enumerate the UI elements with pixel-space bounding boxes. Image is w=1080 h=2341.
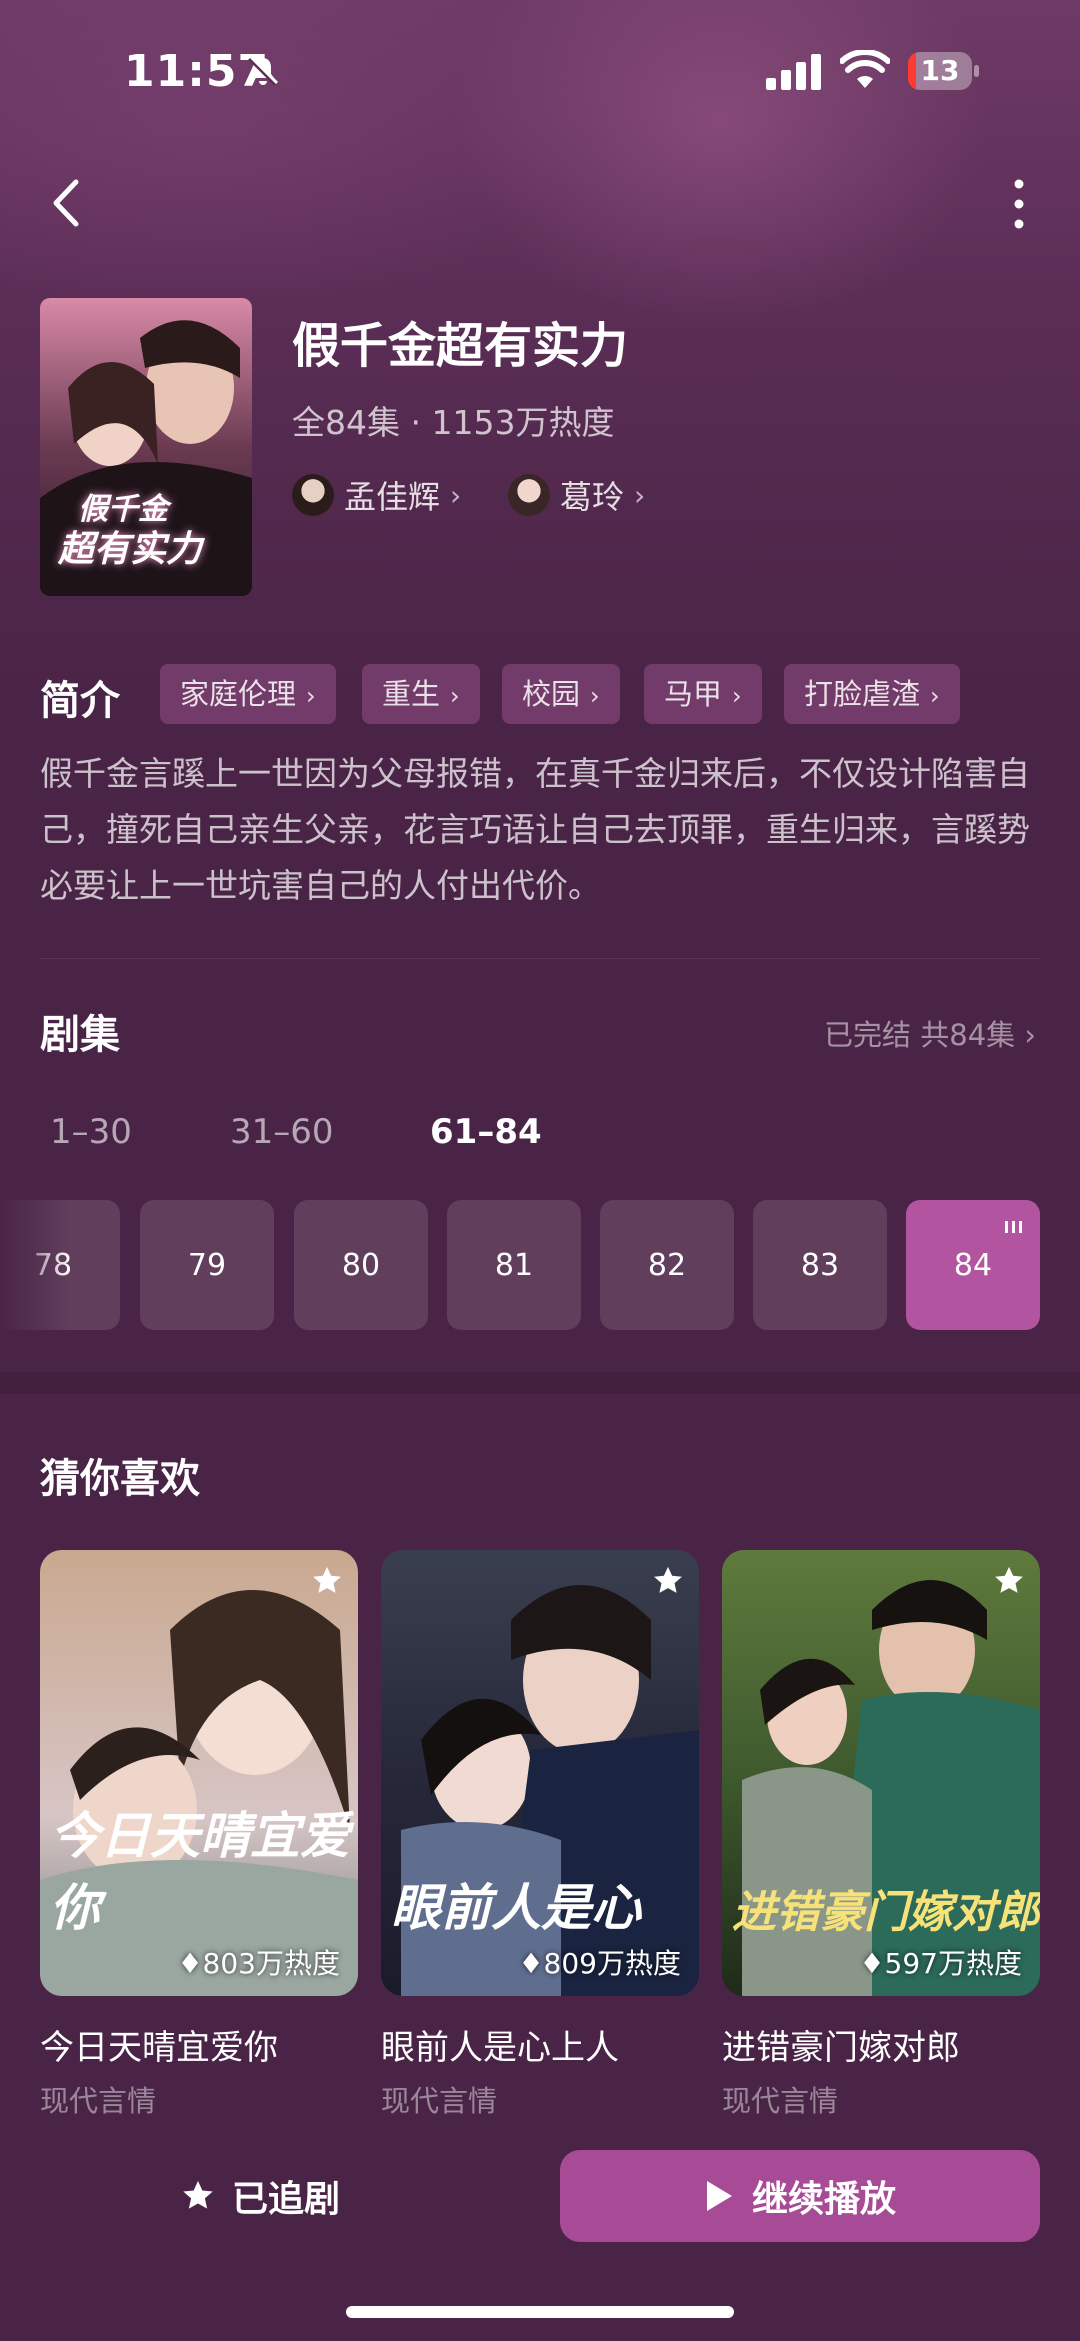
episodes-heading: 剧集 xyxy=(40,1012,120,1058)
recommend-card-3[interactable]: 进错豪门嫁对郎 ♦597万热度 xyxy=(722,1550,1040,1996)
episodes-status-link[interactable]: 已完结 共84集 › xyxy=(824,1012,1036,1054)
episode-number: 79 xyxy=(187,1247,227,1283)
cover-title-line2: 超有实力 xyxy=(58,528,203,570)
episode-number: 84 xyxy=(953,1247,993,1283)
episode-item[interactable]: 81 xyxy=(447,1200,581,1330)
tag-label: 重生 xyxy=(382,677,441,711)
drama-cover: 假千金 超有实力 xyxy=(40,298,252,596)
play-icon xyxy=(706,2181,732,2211)
range-tab-1[interactable]: 1–30 xyxy=(50,1112,132,1152)
star-icon[interactable] xyxy=(992,1564,1026,1598)
more-icon[interactable] xyxy=(1004,176,1034,232)
episode-item[interactable]: 83 xyxy=(753,1200,887,1330)
star-icon xyxy=(183,2181,213,2209)
heat-label: ♦597万热度 xyxy=(859,1942,1022,1982)
recommend-card-1[interactable]: 今日天晴宜爱你 ♦803万热度 xyxy=(40,1550,358,1996)
star-icon[interactable] xyxy=(651,1564,685,1598)
follow-label: 已追剧 xyxy=(231,2179,340,2220)
tag-item[interactable]: 马甲 › xyxy=(644,664,762,724)
recommend-genre: 现代言情 xyxy=(381,2084,498,2118)
tag-label: 打脸虐渣 xyxy=(804,677,921,711)
episode-item[interactable]: 80 xyxy=(294,1200,428,1330)
signal-icon xyxy=(766,54,821,90)
chevron-right-icon: › xyxy=(590,682,600,710)
tag-label: 马甲 xyxy=(664,677,723,711)
episode-number: 80 xyxy=(341,1247,381,1283)
play-label: 继续播放 xyxy=(751,2179,896,2220)
heat-label: ♦803万热度 xyxy=(177,1942,340,1982)
flame-icon: ♦ xyxy=(177,1947,203,1980)
heat-value: 803万热度 xyxy=(202,1947,340,1980)
episode-item-current[interactable]: 84 xyxy=(906,1200,1040,1330)
star-icon[interactable] xyxy=(310,1564,344,1598)
drama-title: 假千金超有实力 xyxy=(292,318,629,374)
range-tab-2[interactable]: 31–60 xyxy=(230,1112,334,1152)
flame-icon: ♦ xyxy=(518,1947,544,1980)
actor-link-1[interactable]: 孟佳辉 › xyxy=(292,470,461,520)
recommend-heading: 猜你喜欢 xyxy=(40,1456,200,1502)
tag-item[interactable]: 打脸虐渣 › xyxy=(784,664,960,724)
episodes-status: 已完结 共84集 xyxy=(824,1018,1016,1052)
chevron-right-icon: › xyxy=(306,682,316,710)
follow-button[interactable]: 已追剧 xyxy=(40,2150,480,2242)
continue-play-button[interactable]: 继续播放 xyxy=(560,2150,1040,2242)
recommend-genre: 现代言情 xyxy=(40,2084,157,2118)
episode-number: 83 xyxy=(800,1247,840,1283)
recommend-name[interactable]: 进错豪门嫁对郎 xyxy=(722,2020,960,2069)
heat-value: 597万热度 xyxy=(884,1947,1022,1980)
intro-heading: 简介 xyxy=(40,678,120,724)
episode-item[interactable]: 82 xyxy=(600,1200,734,1330)
section-separator xyxy=(0,1372,1080,1394)
tag-item[interactable]: 重生 › xyxy=(362,664,480,724)
range-tab-3[interactable]: 61–84 xyxy=(430,1112,542,1152)
tag-item[interactable]: 校园 › xyxy=(502,664,620,724)
flame-icon: ♦ xyxy=(859,1947,885,1980)
scroll-fade xyxy=(0,1190,70,1340)
episode-number: 82 xyxy=(647,1247,687,1283)
actor-avatar xyxy=(508,474,550,516)
intro-text: 假千金言蹊上一世因为父母报错，在真千金归来后，不仅设计陷害自己，撞死自己亲生父亲… xyxy=(40,754,1030,905)
chevron-right-icon: › xyxy=(1024,1018,1036,1052)
episode-item[interactable]: 79 xyxy=(140,1200,274,1330)
poster-title: 进错豪门嫁对郎 xyxy=(732,1887,1040,1938)
recommend-name[interactable]: 今日天晴宜爱你 xyxy=(40,2020,278,2069)
chevron-right-icon: › xyxy=(450,682,460,710)
now-playing-icon xyxy=(1005,1221,1022,1233)
chevron-right-icon: › xyxy=(930,682,940,710)
episode-number: 81 xyxy=(494,1247,534,1283)
chevron-right-icon: › xyxy=(450,478,462,512)
chevron-right-icon: › xyxy=(732,682,742,710)
actor-link-2[interactable]: 葛玲 › xyxy=(508,470,645,520)
heat-value: 809万热度 xyxy=(543,1947,681,1980)
drama-meta: 全84集 · 1153万热度 xyxy=(292,403,615,442)
wifi-icon xyxy=(840,50,890,88)
tag-label: 校园 xyxy=(522,677,581,711)
back-icon[interactable] xyxy=(46,176,86,230)
bell-slash-icon xyxy=(248,55,279,86)
heat-label: ♦809万热度 xyxy=(518,1942,681,1982)
battery-level: 13 xyxy=(920,54,960,87)
tag-label: 家庭伦理 xyxy=(180,677,297,711)
home-indicator xyxy=(346,2306,734,2318)
poster-title: 眼前人是心 xyxy=(391,1878,641,1937)
recommend-genre: 现代言情 xyxy=(722,2084,839,2118)
chevron-right-icon: › xyxy=(634,478,646,512)
divider xyxy=(40,958,1040,959)
actor-name: 孟佳辉 xyxy=(344,478,441,516)
tag-item[interactable]: 家庭伦理 › xyxy=(160,664,336,724)
actor-name: 葛玲 xyxy=(560,478,625,516)
recommend-card-2[interactable]: 眼前人是心 ♦809万热度 xyxy=(381,1550,699,1996)
actor-avatar xyxy=(292,474,334,516)
poster-title: 今日天晴宜爱你 xyxy=(50,1806,350,1937)
battery-indicator: 13 xyxy=(908,52,980,92)
recommend-name[interactable]: 眼前人是心上人 xyxy=(381,2020,619,2069)
